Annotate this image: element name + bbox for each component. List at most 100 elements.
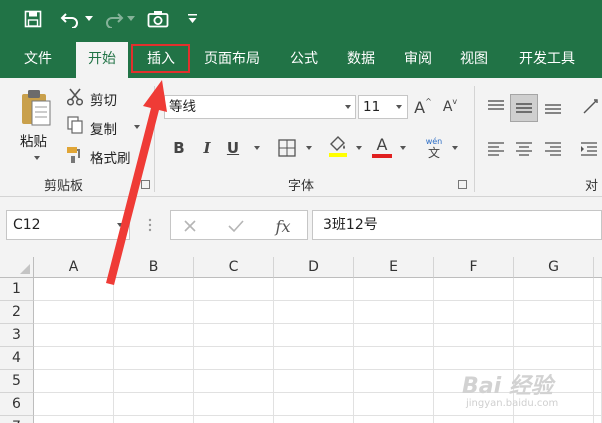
fill-color-icon[interactable] <box>326 134 350 160</box>
undo-icon[interactable] <box>58 8 82 30</box>
save-icon[interactable] <box>22 8 44 30</box>
name-box-dropdown-icon[interactable] <box>117 223 123 227</box>
font-name-dropdown-icon[interactable] <box>345 105 351 109</box>
cell[interactable] <box>34 324 114 347</box>
cell[interactable] <box>194 370 274 393</box>
cell[interactable] <box>34 393 114 416</box>
underline-button[interactable]: U <box>222 136 244 160</box>
cell[interactable] <box>194 416 274 423</box>
cell[interactable] <box>34 347 114 370</box>
font-color-dropdown-icon[interactable] <box>400 146 406 150</box>
cell[interactable] <box>354 324 434 347</box>
column-header-b[interactable]: B <box>114 257 194 278</box>
cell[interactable] <box>114 416 194 423</box>
cell[interactable] <box>594 324 602 347</box>
tab-view[interactable]: 视图 <box>448 40 500 78</box>
cell[interactable] <box>354 393 434 416</box>
cell[interactable] <box>114 278 194 301</box>
paste-label[interactable]: 粘贴 <box>20 130 47 150</box>
fill-color-dropdown-icon[interactable] <box>356 146 362 150</box>
cell[interactable] <box>354 278 434 301</box>
cell[interactable] <box>114 324 194 347</box>
paste-icon[interactable] <box>18 88 54 128</box>
row-header-3[interactable]: 3 <box>0 324 34 347</box>
cell[interactable] <box>274 347 354 370</box>
cell[interactable] <box>274 370 354 393</box>
row-header-5[interactable]: 5 <box>0 370 34 393</box>
cell[interactable] <box>34 301 114 324</box>
underline-dropdown-icon[interactable] <box>254 146 260 150</box>
shrink-font-button[interactable]: Av <box>440 95 460 119</box>
cell[interactable] <box>194 393 274 416</box>
paste-dropdown-icon[interactable] <box>34 156 40 160</box>
indent-icon[interactable] <box>578 136 600 160</box>
cell[interactable] <box>34 370 114 393</box>
cut-label[interactable]: 剪切 <box>90 89 117 109</box>
tab-file[interactable]: 文件 <box>10 40 66 78</box>
formula-bar-grip-icon[interactable] <box>146 217 154 233</box>
row-header-2[interactable]: 2 <box>0 301 34 324</box>
cell[interactable] <box>114 301 194 324</box>
row-header-7[interactable]: 7 <box>0 416 34 423</box>
cell[interactable] <box>434 278 514 301</box>
column-header-f[interactable]: F <box>434 257 514 278</box>
cell[interactable] <box>34 278 114 301</box>
column-header-d[interactable]: D <box>274 257 354 278</box>
cell[interactable] <box>194 347 274 370</box>
tab-developer[interactable]: 开发工具 <box>506 40 588 78</box>
cell[interactable] <box>514 324 594 347</box>
font-size-select[interactable]: 11 <box>358 95 408 119</box>
column-header-c[interactable]: C <box>194 257 274 278</box>
camera-icon[interactable] <box>146 8 170 30</box>
cell[interactable] <box>594 347 602 370</box>
tab-review[interactable]: 审阅 <box>392 40 444 78</box>
cell[interactable] <box>274 393 354 416</box>
row-header-4[interactable]: 4 <box>0 347 34 370</box>
tab-data[interactable]: 数据 <box>334 40 388 78</box>
phonetic-dropdown-icon[interactable] <box>452 146 458 150</box>
undo-dropdown-icon[interactable] <box>84 8 94 30</box>
top-align-icon[interactable] <box>485 95 507 119</box>
cell[interactable] <box>194 324 274 347</box>
cell[interactable] <box>114 370 194 393</box>
column-header-h[interactable] <box>594 257 602 278</box>
column-header-g[interactable]: G <box>514 257 594 278</box>
cell[interactable] <box>274 416 354 423</box>
cell[interactable] <box>514 301 594 324</box>
align-right-icon[interactable] <box>542 136 564 160</box>
cell[interactable] <box>514 278 594 301</box>
borders-dropdown-icon[interactable] <box>306 146 312 150</box>
cell[interactable] <box>354 370 434 393</box>
phonetic-button[interactable]: wén 文 <box>422 134 446 162</box>
cell[interactable] <box>594 278 602 301</box>
customize-toolbar-icon[interactable] <box>186 8 198 30</box>
clipboard-dialog-launcher-icon[interactable] <box>141 180 150 189</box>
bold-button[interactable]: B <box>168 136 190 160</box>
format-painter-label[interactable]: 格式刷 <box>90 147 131 167</box>
redo-dropdown-icon[interactable] <box>126 8 136 30</box>
cell[interactable] <box>274 278 354 301</box>
align-center-icon[interactable] <box>513 136 535 160</box>
cell[interactable] <box>194 301 274 324</box>
insert-function-button[interactable]: fx <box>271 215 295 237</box>
column-header-a[interactable]: A <box>34 257 114 278</box>
italic-button[interactable]: I <box>196 136 218 160</box>
formula-input[interactable]: 3班12号 <box>312 210 602 240</box>
cell[interactable] <box>594 301 602 324</box>
row-header-6[interactable]: 6 <box>0 393 34 416</box>
tab-page-layout[interactable]: 页面布局 <box>194 40 270 78</box>
tab-formulas[interactable]: 公式 <box>276 40 332 78</box>
grow-font-button[interactable]: A ^ <box>413 95 433 119</box>
redo-icon[interactable] <box>102 8 126 30</box>
cell[interactable] <box>434 347 514 370</box>
confirm-entry-icon[interactable] <box>227 217 245 235</box>
cell[interactable] <box>194 278 274 301</box>
name-box[interactable]: C12 <box>6 210 130 240</box>
cell[interactable] <box>354 416 434 423</box>
cell[interactable] <box>354 301 434 324</box>
cell[interactable] <box>434 324 514 347</box>
column-header-e[interactable]: E <box>354 257 434 278</box>
borders-icon[interactable] <box>276 137 298 159</box>
bottom-align-icon[interactable] <box>542 95 564 119</box>
format-painter-icon[interactable] <box>66 146 84 164</box>
